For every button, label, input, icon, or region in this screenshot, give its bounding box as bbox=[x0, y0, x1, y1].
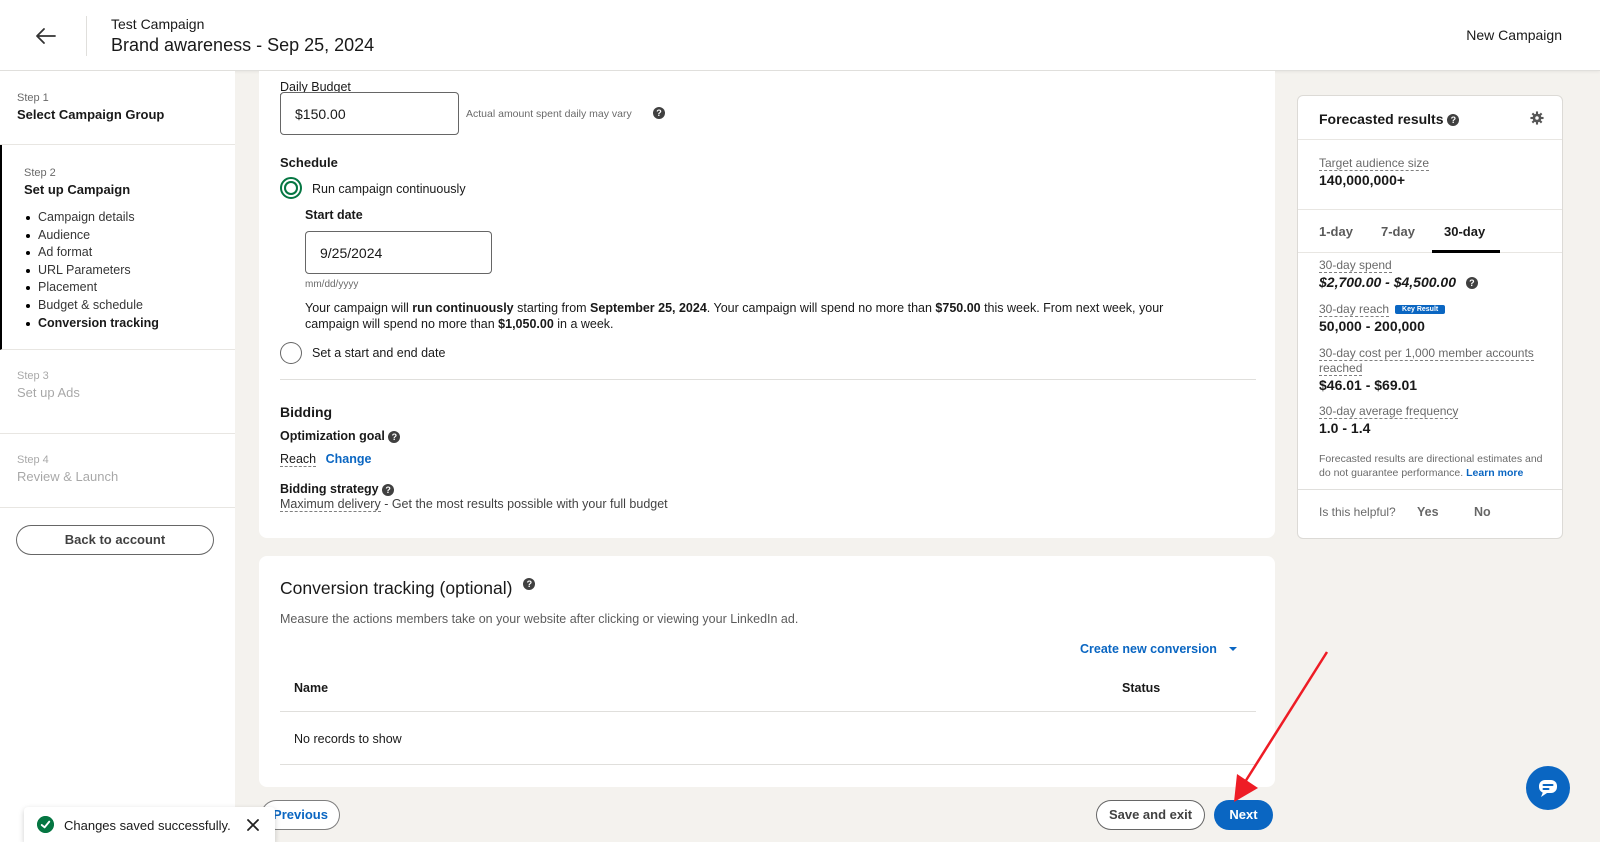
optimization-goal-value: Reach bbox=[280, 452, 317, 467]
change-goal-link[interactable]: Change bbox=[326, 452, 372, 466]
run-continuously-label[interactable]: Run campaign continuously bbox=[312, 182, 466, 196]
campaign-group-name: Test Campaign bbox=[111, 16, 205, 32]
helpful-yes-button[interactable]: Yes bbox=[1417, 505, 1439, 519]
substep-url-parameters[interactable]: URL Parameters bbox=[24, 262, 213, 280]
help-icon[interactable]: ? bbox=[382, 483, 395, 496]
optimization-goal-label: Optimization goal ? bbox=[280, 429, 401, 443]
success-toast: Changes saved successfully. bbox=[24, 807, 275, 842]
chat-button[interactable] bbox=[1526, 766, 1570, 810]
page-title: Brand awareness - Sep 25, 2024 bbox=[111, 35, 375, 55]
start-date-label: Start date bbox=[305, 208, 363, 222]
forecast-disclaimer: Forecasted results are directional estim… bbox=[1319, 453, 1543, 479]
table-divider bbox=[280, 711, 1256, 712]
active-tab-indicator bbox=[1432, 250, 1500, 253]
key-result-badge: Key Result bbox=[1395, 305, 1446, 315]
help-icon[interactable]: ? bbox=[388, 430, 401, 443]
substep-audience[interactable]: Audience bbox=[24, 227, 213, 245]
step-number: Step 4 bbox=[17, 454, 49, 466]
schedule-summary: Your campaign will run continuously star… bbox=[305, 301, 1164, 331]
conversion-title: Conversion tracking (optional) ? bbox=[280, 578, 536, 599]
new-campaign-label: New Campaign bbox=[1466, 27, 1562, 43]
helpful-question: Is this helpful? bbox=[1319, 505, 1396, 519]
check-circle-icon bbox=[37, 816, 54, 833]
step-name: Set up Ads bbox=[17, 385, 80, 400]
spend-value: $2,700.00 - $4,500.00 ? bbox=[1319, 274, 1478, 290]
chat-bubble-icon bbox=[1539, 780, 1557, 797]
reach-label: 30-day reach Key Result bbox=[1319, 302, 1446, 317]
frequency-value: 1.0 - 1.4 bbox=[1319, 420, 1371, 436]
bidding-strategy-row: Maximum delivery - Get the most results … bbox=[280, 497, 668, 512]
step-number: Step 1 bbox=[17, 92, 49, 104]
step-number: Step 3 bbox=[17, 370, 49, 382]
optimization-goal-row: Reach Change bbox=[280, 452, 372, 467]
daily-budget-input[interactable]: $150.00 bbox=[280, 92, 459, 135]
bidding-strategy-value[interactable]: Maximum delivery bbox=[280, 497, 381, 512]
reach-value: 50,000 - 200,000 bbox=[1319, 318, 1425, 334]
create-conversion-dropdown[interactable]: Create new conversion bbox=[1080, 642, 1238, 656]
substep-budget-schedule[interactable]: Budget & schedule bbox=[24, 297, 213, 315]
run-continuously-radio[interactable] bbox=[280, 177, 302, 199]
forecast-header: Forecasted results ? bbox=[1298, 96, 1562, 140]
step-1[interactable]: Step 1 Select Campaign Group bbox=[0, 71, 235, 145]
help-icon[interactable]: ? bbox=[653, 107, 665, 119]
help-icon[interactable]: ? bbox=[523, 578, 536, 590]
step-name: Select Campaign Group bbox=[17, 107, 165, 122]
budget-note: Actual amount spent daily may vary bbox=[466, 108, 632, 120]
cpm-label: 30-day cost per 1,000 member accounts rea… bbox=[1319, 346, 1534, 376]
empty-table-message: No records to show bbox=[294, 732, 402, 746]
start-date-input[interactable]: 9/25/2024 bbox=[305, 231, 492, 274]
learn-more-link[interactable]: Learn more bbox=[1466, 467, 1523, 479]
step-name: Set up Campaign bbox=[24, 182, 131, 197]
date-format-hint: mm/dd/yyyy bbox=[305, 279, 359, 290]
header-divider bbox=[86, 16, 87, 56]
schedule-label: Schedule bbox=[280, 155, 338, 170]
cpm-value: $46.01 - $69.01 bbox=[1319, 377, 1418, 393]
column-header-status: Status bbox=[1122, 681, 1161, 695]
substep-placement[interactable]: Placement bbox=[24, 279, 213, 297]
step-name: Review & Launch bbox=[17, 469, 119, 484]
tab-30-day[interactable]: 30-day bbox=[1444, 224, 1485, 239]
spend-label: 30-day spend bbox=[1319, 258, 1392, 273]
annotation-arrow-icon bbox=[1234, 651, 1329, 802]
audience-size-label: Target audience size bbox=[1319, 156, 1430, 171]
step-3: Step 3 Set up Ads bbox=[0, 350, 235, 434]
forecasted-results-panel: Forecasted results ? Target audience siz… bbox=[1297, 95, 1563, 539]
substep-campaign-details[interactable]: Campaign details bbox=[24, 209, 213, 227]
forecast-tabs: 1-day 7-day 30-day bbox=[1298, 209, 1562, 253]
substep-list: Campaign details Audience Ad format URL … bbox=[24, 209, 213, 332]
table-divider bbox=[280, 764, 1256, 765]
tab-7-day[interactable]: 7-day bbox=[1381, 224, 1415, 239]
bidding-strategy-desc: - Get the most results possible with you… bbox=[380, 497, 668, 511]
help-icon[interactable]: ? bbox=[1465, 277, 1478, 290]
back-to-account-button[interactable]: Back to account bbox=[16, 525, 214, 555]
start-end-date-radio[interactable] bbox=[280, 342, 302, 364]
gear-icon[interactable] bbox=[1530, 111, 1544, 125]
save-and-exit-button[interactable]: Save and exit bbox=[1096, 800, 1205, 830]
step-number: Step 2 bbox=[24, 167, 56, 179]
substep-ad-format[interactable]: Ad format bbox=[24, 244, 213, 262]
conversion-description: Measure the actions members take on your… bbox=[280, 612, 799, 626]
substep-conversion-tracking[interactable]: Conversion tracking bbox=[24, 315, 213, 333]
panel-divider bbox=[1298, 489, 1562, 490]
help-icon[interactable]: ? bbox=[1447, 114, 1460, 127]
close-icon[interactable] bbox=[246, 818, 260, 832]
top-header: Test Campaign Brand awareness - Sep 25, … bbox=[0, 0, 1600, 71]
bidding-strategy-label: Bidding strategy ? bbox=[280, 482, 395, 496]
section-divider bbox=[280, 379, 1256, 380]
column-header-name: Name bbox=[294, 681, 329, 695]
step-4: Step 4 Review & Launch bbox=[0, 434, 235, 508]
toast-message: Changes saved successfully. bbox=[64, 818, 231, 833]
tab-1-day[interactable]: 1-day bbox=[1319, 224, 1353, 239]
forecast-title: Forecasted results ? bbox=[1319, 111, 1460, 127]
back-arrow-icon[interactable] bbox=[34, 24, 58, 48]
conversion-tracking-card: Conversion tracking (optional) ? Measure… bbox=[259, 556, 1275, 787]
budget-schedule-card: Daily Budget $150.00 Actual amount spent… bbox=[259, 71, 1275, 538]
step-2[interactable]: Step 2 Set up Campaign Campaign details … bbox=[0, 145, 235, 350]
start-end-date-label[interactable]: Set a start and end date bbox=[312, 346, 445, 360]
frequency-label: 30-day average frequency bbox=[1319, 404, 1459, 419]
bidding-label: Bidding bbox=[280, 404, 333, 420]
audience-size-value: 140,000,000+ bbox=[1319, 172, 1406, 188]
helpful-no-button[interactable]: No bbox=[1474, 505, 1491, 519]
steps-sidebar: Step 1 Select Campaign Group Step 2 Set … bbox=[0, 71, 235, 842]
